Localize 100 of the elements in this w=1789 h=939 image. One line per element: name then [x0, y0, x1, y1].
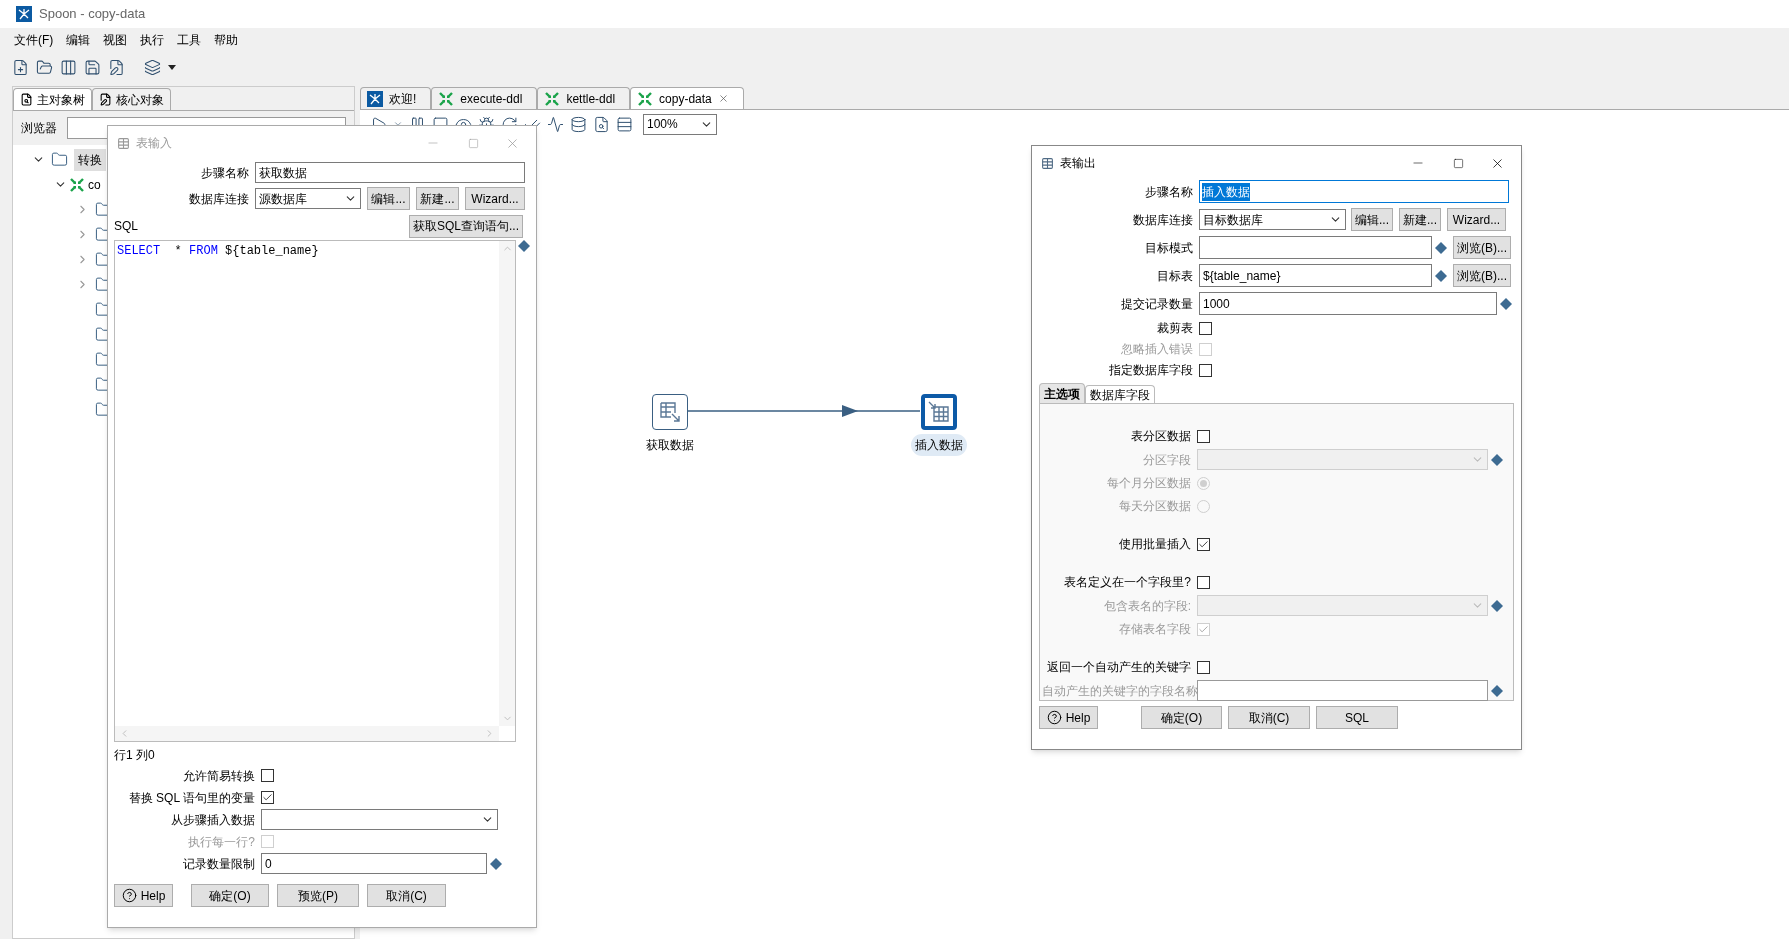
database-icon[interactable]: [570, 115, 587, 133]
editor-tab[interactable]: copy-data: [630, 87, 744, 109]
dialog-button[interactable]: 新建...: [416, 187, 459, 210]
field-label: 目标表: [1156, 267, 1194, 285]
editor-tab[interactable]: execute-ddl: [431, 87, 538, 109]
variable-icon: [1491, 684, 1503, 697]
dialog-button[interactable]: 取消(C): [1228, 706, 1310, 729]
variable-icon: [1435, 269, 1447, 282]
dialog-title: 表输出: [1060, 155, 1096, 172]
tree-item[interactable]: 转换: [74, 148, 106, 171]
field-label: 目标模式: [1144, 239, 1194, 257]
input-field[interactable]: 0: [261, 853, 487, 874]
dialog-button[interactable]: SQL: [1316, 706, 1398, 729]
step-name-field[interactable]: 插入数据: [1199, 180, 1509, 203]
columns-icon[interactable]: [60, 58, 77, 76]
input-field[interactable]: [1197, 680, 1488, 701]
dialog-button[interactable]: 编辑...: [367, 187, 410, 210]
help-button[interactable]: Help: [114, 884, 173, 907]
field-label: 步骤名称: [200, 164, 250, 182]
new-file-icon[interactable]: [12, 58, 29, 76]
rows-icon[interactable]: [616, 115, 633, 133]
activity-icon[interactable]: [547, 115, 564, 133]
edit-file-icon[interactable]: [108, 58, 125, 76]
close-icon: [717, 93, 729, 104]
dialog-button[interactable]: 取消(C): [367, 884, 446, 907]
dialog-button[interactable]: 获取SQL查询语句...: [409, 214, 523, 238]
menu-item[interactable]: 视图: [103, 31, 128, 49]
help-icon: [121, 888, 137, 903]
dialog-button[interactable]: 浏览(B)...: [1453, 236, 1511, 259]
menu-item[interactable]: 编辑: [66, 31, 91, 49]
editor-tab[interactable]: 欢迎!: [360, 87, 432, 109]
dropdown[interactable]: 源数据库: [255, 188, 361, 209]
variable-icon: [1500, 297, 1512, 310]
spoon-icon: [367, 90, 383, 107]
dialog-button[interactable]: Wizard...: [1447, 208, 1506, 231]
tab[interactable]: 主选项: [1039, 383, 1085, 403]
help-icon: [1046, 710, 1062, 725]
sql-editor[interactable]: SELECT * FROM ${table_name}: [114, 240, 516, 742]
menu-item[interactable]: 工具: [177, 31, 202, 49]
checkbox[interactable]: [1197, 660, 1210, 674]
variable-icon: [1435, 241, 1447, 254]
dialog-button[interactable]: Wizard...: [465, 187, 525, 210]
dialog-button[interactable]: 浏览(B)...: [1453, 264, 1511, 287]
open-folder-icon[interactable]: [36, 58, 53, 76]
field-label: 存储表名字段: [1118, 621, 1192, 638]
help-button[interactable]: Help: [1039, 706, 1098, 729]
transformation-icon: [438, 90, 455, 107]
window-title: Spoon - copy-data: [39, 5, 146, 24]
menu-item[interactable]: 执行: [140, 31, 165, 49]
field-label: 提交记录数量: [1120, 295, 1194, 313]
maximize-icon[interactable]: [1453, 157, 1464, 169]
step-name-field[interactable]: 获取数据: [255, 162, 525, 183]
cursor-position: 行1 列0: [114, 747, 156, 764]
hop-arrow[interactable]: [688, 405, 920, 417]
field-label: 数据库连接: [1132, 211, 1194, 229]
field-label: 替换 SQL 语句里的变量: [127, 789, 256, 807]
checkbox[interactable]: [261, 769, 274, 782]
sql-code: SELECT * FROM ${table_name}: [116, 243, 320, 260]
field-label: 表名定义在一个字段里?: [1063, 574, 1192, 591]
search-icon: [20, 93, 33, 106]
dialog-button[interactable]: 确定(O): [1141, 706, 1222, 729]
save-icon[interactable]: [84, 58, 101, 76]
checkbox[interactable]: [1199, 363, 1212, 377]
step-node[interactable]: [652, 394, 688, 430]
editor-tab[interactable]: kettle-ddl: [537, 87, 631, 109]
checkbox[interactable]: [1197, 429, 1210, 443]
dialog-button[interactable]: 新建...: [1399, 208, 1441, 231]
field-label: 裁剪表: [1156, 320, 1194, 337]
checkbox[interactable]: [261, 791, 274, 804]
tab[interactable]: 数据库字段: [1085, 385, 1155, 403]
field-label: 步骤名称: [1144, 183, 1194, 201]
field-label: 包含表名的字段:: [1102, 597, 1192, 615]
dropdown[interactable]: 目标数据库: [1199, 209, 1346, 230]
input-field[interactable]: ${table_name}: [1199, 264, 1432, 287]
layers-icon[interactable]: [144, 58, 161, 76]
menu-item[interactable]: 帮助: [214, 31, 239, 49]
menu-item[interactable]: 文件(F): [14, 31, 54, 49]
dialog-button[interactable]: 预览(P): [277, 884, 359, 907]
field-label: 使用批量插入: [1118, 536, 1192, 553]
dropdown[interactable]: 100%: [643, 113, 717, 135]
field-label: 分区字段: [1142, 451, 1192, 469]
file-search-icon[interactable]: [593, 115, 610, 133]
dialog-button[interactable]: 确定(O): [191, 884, 269, 907]
tree-item[interactable]: co: [88, 173, 101, 196]
dialog-title: 表输入: [136, 135, 172, 152]
dialog-button[interactable]: 编辑...: [1351, 208, 1393, 231]
table-icon: [1041, 156, 1054, 170]
transformation-icon: [637, 90, 654, 107]
panel-tab[interactable]: 主对象树: [13, 88, 92, 110]
panel-tab[interactable]: 核心对象: [92, 88, 171, 110]
pencil-icon: [99, 93, 112, 106]
variable-icon: [490, 857, 502, 870]
input-field[interactable]: [1199, 236, 1432, 259]
input-field[interactable]: 1000: [1199, 292, 1497, 315]
field-label: 忽略插入错误: [1120, 341, 1194, 358]
checkbox[interactable]: [1199, 321, 1212, 335]
checkbox[interactable]: [1197, 575, 1210, 589]
step-node[interactable]: [921, 394, 957, 430]
dropdown[interactable]: [261, 809, 498, 830]
checkbox[interactable]: [1197, 537, 1210, 551]
